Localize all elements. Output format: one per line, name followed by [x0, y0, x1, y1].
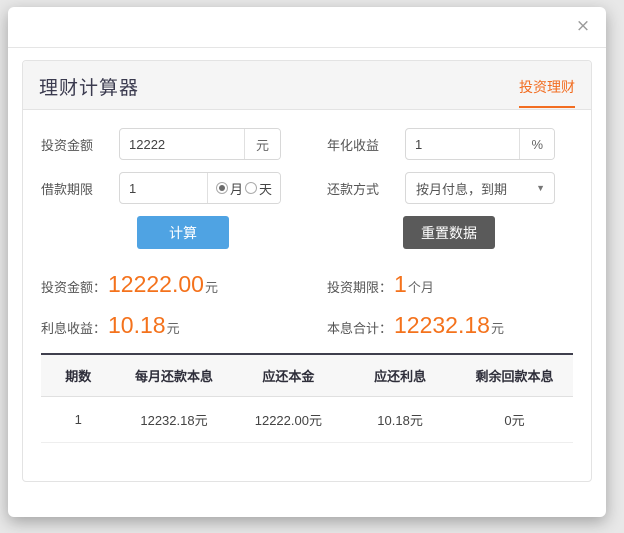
- tab-investment[interactable]: 投资理财: [519, 77, 575, 108]
- result-value: 10.18: [108, 312, 166, 338]
- result-interest: 利息收益： 10.18 元: [41, 312, 307, 339]
- result-unit: 个月: [407, 280, 434, 295]
- result-value: 12232.18: [394, 312, 490, 338]
- result-value: 1: [394, 271, 407, 297]
- table-header-row: 期数 每月还款本息 应还本金 应还利息 剩余回款本息: [41, 353, 573, 397]
- term-input-group: 月 天: [119, 172, 281, 204]
- page-title: 理财计算器: [39, 78, 140, 99]
- table-header-cell: 应还本金: [232, 353, 345, 397]
- radio-term-month[interactable]: 月: [215, 179, 243, 198]
- amount-input-group: 元: [119, 128, 281, 160]
- table-cell-remaining: 0元: [455, 396, 573, 443]
- term-input[interactable]: [120, 173, 207, 203]
- result-total: 本息合计： 12232.18 元: [307, 312, 573, 339]
- label-amount: 投资金额: [41, 137, 94, 153]
- repayment-select[interactable]: 按月付息，到期 ▼: [405, 172, 555, 204]
- table-row: 1 12232.18元 12222.00元 10.18元 0元: [41, 396, 573, 443]
- reset-button-col: 重置数据: [307, 216, 573, 249]
- result-invest-term: 投资期限： 1 个月: [307, 271, 573, 298]
- table-header-cell: 应还利息: [344, 353, 456, 397]
- table-header-cell: 期数: [41, 353, 116, 397]
- calculator-modal: × 理财计算器 投资理财 投资金额 元: [8, 7, 606, 517]
- result-label: 投资金额：: [41, 280, 107, 295]
- label-rate: 年化收益: [327, 137, 380, 153]
- result-unit: 元: [204, 280, 218, 295]
- table-head: 期数 每月还款本息 应还本金 应还利息 剩余回款本息: [41, 353, 573, 397]
- field-term: 借款期限 月 天: [41, 172, 307, 204]
- field-amount: 投资金额 元: [41, 128, 307, 160]
- term-unit-radios: 月 天: [206, 173, 280, 203]
- result-label: 本息合计：: [327, 321, 393, 336]
- repayment-selected-value: 按月付息，到期: [416, 181, 508, 197]
- rate-input-group: %: [405, 128, 555, 160]
- radio-month-label: 月: [229, 181, 243, 197]
- rate-unit: %: [519, 129, 554, 159]
- radio-day-label: 天: [258, 181, 272, 197]
- result-label: 利息收益：: [41, 321, 107, 336]
- reset-button[interactable]: 重置数据: [403, 216, 495, 249]
- table-body: 1 12232.18元 12222.00元 10.18元 0元: [41, 396, 573, 443]
- modal-header: ×: [8, 7, 606, 48]
- field-rate: 年化收益 %: [307, 128, 573, 160]
- modal-body: 理财计算器 投资理财 投资金额 元 年化收益: [8, 48, 606, 482]
- amount-input[interactable]: [120, 129, 244, 159]
- rate-input[interactable]: [406, 129, 520, 159]
- result-unit: 元: [166, 321, 180, 336]
- calculate-button-col: 计算: [41, 216, 307, 249]
- button-row: 计算 重置数据: [41, 216, 573, 249]
- table-cell-principal: 12222.00元: [232, 396, 345, 443]
- result-label: 投资期限：: [327, 280, 393, 295]
- form-row-term-repayment: 借款期限 月 天: [41, 172, 573, 204]
- card-header: 理财计算器 投资理财: [23, 61, 591, 110]
- label-term: 借款期限: [41, 181, 94, 197]
- form-row-amount-rate: 投资金额 元 年化收益 %: [41, 128, 573, 160]
- table-header-cell: 剩余回款本息: [455, 353, 573, 397]
- card-body: 投资金额 元 年化收益 %: [23, 110, 591, 481]
- table-cell-interest: 10.18元: [344, 396, 456, 443]
- calculate-button[interactable]: 计算: [137, 216, 229, 249]
- calculator-card: 理财计算器 投资理财 投资金额 元 年化收益: [22, 60, 592, 482]
- close-icon[interactable]: ×: [572, 15, 594, 37]
- label-repayment: 还款方式: [327, 181, 380, 197]
- radio-day-icon: [244, 182, 257, 194]
- result-value: 12222.00: [108, 271, 204, 297]
- result-invest-amount: 投资金额： 12222.00 元: [41, 271, 307, 298]
- table-cell-period: 1: [41, 396, 116, 443]
- results-summary: 投资金额： 12222.00 元 投资期限： 1 个月 利息收益： 10.18 …: [41, 271, 573, 339]
- repayment-schedule-table: 期数 每月还款本息 应还本金 应还利息 剩余回款本息 1 12232.18元 1…: [41, 353, 573, 443]
- radio-month-icon: [215, 182, 228, 194]
- result-row-1: 投资金额： 12222.00 元 投资期限： 1 个月: [41, 271, 573, 298]
- result-row-2: 利息收益： 10.18 元 本息合计： 12232.18 元: [41, 312, 573, 339]
- table-header-cell: 每月还款本息: [115, 353, 233, 397]
- table-bottom-spacer: [41, 443, 573, 471]
- result-unit: 元: [490, 321, 504, 336]
- field-repayment: 还款方式 按月付息，到期 ▼: [307, 172, 573, 204]
- table-cell-monthly-payment: 12232.18元: [115, 396, 233, 443]
- amount-unit: 元: [243, 129, 280, 159]
- chevron-down-icon: ▼: [536, 183, 545, 193]
- radio-term-day[interactable]: 天: [244, 179, 272, 198]
